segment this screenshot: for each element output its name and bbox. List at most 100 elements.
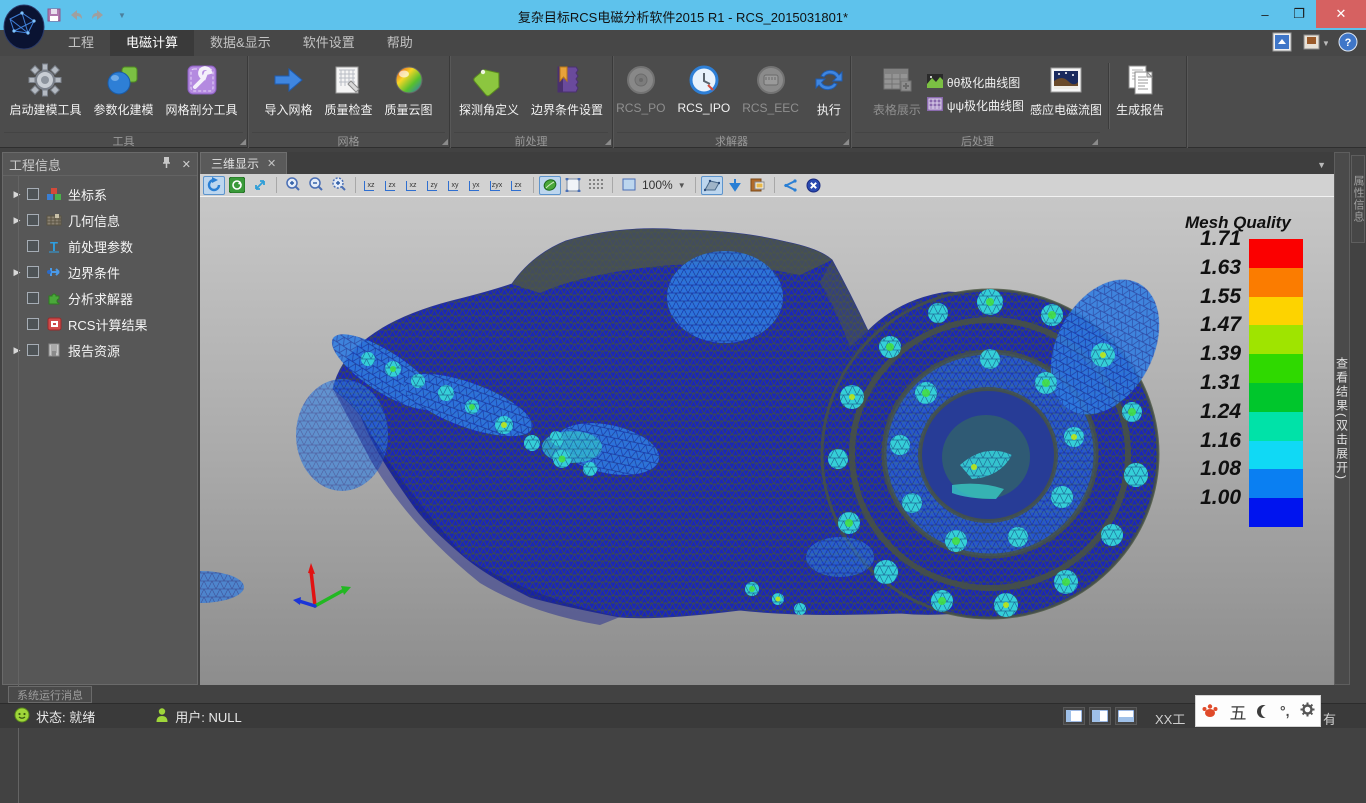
launch-modeler-button[interactable]: 启动建模工具 (3, 59, 87, 131)
view-orientation-button[interactable]: zx (508, 176, 528, 194)
execute-button[interactable]: 执行 (805, 59, 853, 131)
drop-down-arrow-button[interactable] (724, 176, 746, 195)
view-orientation-button[interactable]: zy (424, 176, 444, 194)
menu-tab-settings[interactable]: 软件设置 (287, 30, 371, 56)
tree-checkbox[interactable] (27, 240, 39, 252)
expander-icon[interactable]: ▶ (7, 215, 27, 226)
system-messages-tab[interactable]: 系统运行消息 (8, 686, 92, 703)
pin-icon[interactable] (161, 156, 172, 172)
boundary-settings-button[interactable]: 边界条件设置 (525, 59, 609, 131)
group-expand-icon[interactable]: ◢ (843, 137, 849, 146)
solver-rcs-eec-button[interactable]: RCS_EEC (736, 59, 805, 131)
ime-mode-label[interactable]: 五 (1229, 699, 1246, 724)
layout-bottom-panel-button[interactable] (1115, 707, 1137, 725)
psi-polar-curve-button[interactable]: ψψ极化曲线图 (927, 97, 1024, 114)
quality-cloudmap-button[interactable]: 质量云图 (379, 59, 439, 131)
solver-rcs-ipo-button[interactable]: RCS_IPO (672, 59, 737, 131)
minimize-button[interactable]: – (1248, 0, 1282, 28)
layout-left-panel-button[interactable] (1063, 707, 1085, 725)
view-orientation-button[interactable]: zx (382, 176, 402, 194)
snapshot-button[interactable] (747, 176, 769, 195)
tab-3d-display[interactable]: 三维显示 ✕ (200, 152, 287, 174)
view-results-collapsed-bar[interactable]: 查看结果(双击展开) (1334, 152, 1350, 685)
shaded-mode-button[interactable] (539, 176, 561, 195)
zoom-out-icon[interactable] (305, 176, 327, 195)
panel-close-icon[interactable]: ✕ (182, 158, 191, 171)
layout-split-panel-button[interactable] (1089, 707, 1111, 725)
collapse-ribbon-icon[interactable] (1272, 32, 1292, 57)
share-flip-button[interactable] (780, 176, 802, 195)
group-expand-icon[interactable]: ◢ (240, 137, 246, 146)
help-icon[interactable]: ? (1338, 32, 1358, 57)
generate-report-button[interactable]: 生成报告 (1110, 59, 1170, 131)
tree-item-solver[interactable]: 分析求解器 (3, 285, 197, 311)
restore-button[interactable]: ❐ (1282, 0, 1316, 28)
print-preview-icon[interactable]: ▼ (1302, 32, 1328, 57)
ribbon: 启动建模工具 参数化建模 网格剖分工具 工具 ◢ 导入网格 质量检查 (0, 56, 1366, 148)
wireframe-mode-button[interactable] (562, 176, 584, 195)
zoom-dropdown-icon[interactable]: ▼ (678, 181, 686, 190)
probe-angle-button[interactable]: 探测角定义 (453, 59, 525, 131)
import-mesh-button[interactable]: 导入网格 (258, 59, 318, 131)
fit-view-button[interactable] (249, 176, 271, 195)
svg-text:?: ? (1345, 37, 1352, 49)
rotate-view-button[interactable] (203, 176, 225, 195)
menu-tab-data-display[interactable]: 数据&显示 (194, 30, 287, 56)
3d-viewport-canvas[interactable]: Mesh Quality 1.711.631.551.471.391.311.2… (200, 197, 1334, 685)
close-button[interactable]: ✕ (1316, 0, 1366, 28)
view-orientation-button[interactable]: xz (403, 176, 423, 194)
group-expand-icon[interactable]: ◢ (1092, 137, 1098, 146)
zoom-in-icon[interactable] (282, 176, 304, 195)
clock-icon (686, 61, 722, 99)
expander-icon[interactable]: ▶ (7, 345, 27, 356)
tree-checkbox[interactable] (27, 292, 39, 304)
view-orientation-button[interactable]: xy (445, 176, 465, 194)
ime-toolbar[interactable]: 五 °, (1195, 695, 1321, 727)
view-orientation-button[interactable]: xz (361, 176, 381, 194)
quality-check-button[interactable]: 质量检查 (318, 59, 378, 131)
status-text: 状态: 就绪 (36, 707, 95, 726)
zoom-square-icon (622, 178, 637, 192)
tree-checkbox[interactable] (27, 188, 39, 200)
refresh-view-button[interactable] (226, 176, 248, 195)
ime-punctuation-toggle[interactable]: °, (1280, 703, 1290, 719)
legend-band (1249, 383, 1303, 412)
tab-list-dropdown-icon[interactable]: ▼ (1317, 160, 1334, 174)
group-expand-icon[interactable]: ◢ (442, 137, 448, 146)
ime-fullhalf-moon-icon[interactable] (1257, 705, 1270, 718)
app-logo[interactable] (2, 3, 46, 51)
property-info-tab[interactable]: 属性信息 (1351, 155, 1365, 243)
mesh-tool-button[interactable]: 网格剖分工具 (160, 59, 244, 131)
induced-current-map-button[interactable]: 感应电磁流图 (1024, 59, 1108, 131)
view-orientation-button[interactable]: yx (466, 176, 486, 194)
zoom-level-control[interactable]: 100% ▼ (618, 178, 690, 192)
tree-checkbox[interactable] (27, 344, 39, 356)
expander-icon[interactable]: ▶ (7, 267, 27, 278)
ime-settings-gear-icon[interactable] (1300, 702, 1315, 720)
tree-item-coordinate-system[interactable]: ▶ 坐标系 (3, 181, 197, 207)
solver-rcs-po-button[interactable]: RCS_PO (610, 59, 671, 131)
theta-polar-curve-button[interactable]: θθ极化曲线图 (927, 74, 1024, 91)
parametric-modeling-button[interactable]: 参数化建模 (87, 59, 159, 131)
tab-close-icon[interactable]: ✕ (267, 157, 276, 170)
table-display-button[interactable]: 表格展示 (867, 59, 927, 131)
tree-item-preprocess-params[interactable]: T 前处理参数 (3, 233, 197, 259)
tree-item-geometry-info[interactable]: ▶ 几何信息 (3, 207, 197, 233)
tree-checkbox[interactable] (27, 266, 39, 278)
tree-item-boundary-conditions[interactable]: ▶ 边界条件 (3, 259, 197, 285)
close-view-button[interactable] (803, 176, 825, 195)
tree-checkbox[interactable] (27, 214, 39, 226)
tree-item-report-resources[interactable]: ▶ 报告资源 (3, 337, 197, 363)
menu-tab-em-compute[interactable]: 电磁计算 (110, 30, 194, 56)
zoom-window-icon[interactable] (328, 176, 350, 195)
grid-points-button[interactable] (585, 176, 607, 195)
group-expand-icon[interactable]: ◢ (605, 137, 611, 146)
tree-checkbox[interactable] (27, 318, 39, 330)
tree-item-rcs-results[interactable]: RCS计算结果 (3, 311, 197, 337)
view-orientation-button[interactable]: zyx (487, 176, 507, 194)
expander-icon[interactable]: ▶ (7, 189, 27, 200)
menu-tab-engineering[interactable]: 工程 (52, 30, 110, 56)
menu-tab-help[interactable]: 帮助 (371, 30, 429, 56)
surface-select-button[interactable] (701, 176, 723, 195)
ribbon-group-label: 前处理 (454, 132, 608, 147)
